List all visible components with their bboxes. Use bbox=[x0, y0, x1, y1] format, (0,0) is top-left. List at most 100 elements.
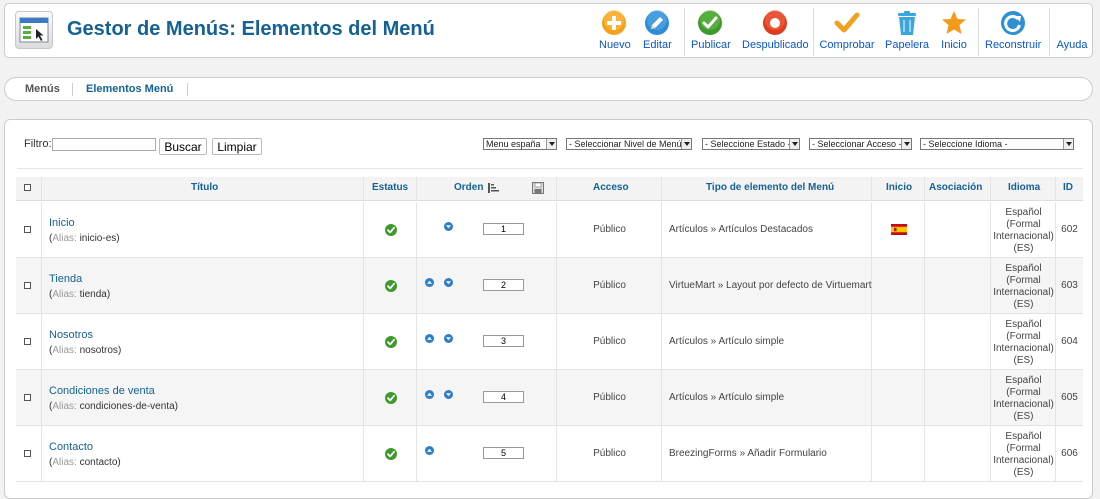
access-value[interactable]: Público bbox=[557, 392, 662, 403]
row-cell: VirtueMart » Layout por defecto de Virtu… bbox=[662, 258, 872, 313]
menu-item-alias: (Alias: inicio-es) bbox=[49, 233, 120, 244]
rebuild-button[interactable]: Reconstruir bbox=[985, 10, 1041, 54]
table-row: Nosotros (Alias: nosotros) Público Artí bbox=[16, 314, 1083, 370]
trash-button[interactable]: Papelera bbox=[885, 10, 929, 54]
row-cell bbox=[872, 314, 925, 369]
edit-button-label: Editar bbox=[643, 39, 672, 51]
sort-icon[interactable] bbox=[488, 183, 499, 193]
row-cell: Contacto (Alias: contacto) bbox=[42, 426, 364, 481]
spain-flag-icon[interactable] bbox=[891, 224, 907, 235]
header-title[interactable]: Título bbox=[191, 182, 218, 193]
alias-label: Alias: bbox=[52, 289, 77, 300]
order-input[interactable] bbox=[483, 335, 524, 347]
content-panel: Filtro: Buscar Limpiar Menu españa - Sel… bbox=[4, 119, 1093, 499]
access-value[interactable]: Público bbox=[557, 448, 662, 459]
publish-button[interactable]: Publicar bbox=[691, 10, 731, 54]
clear-button[interactable]: Limpiar bbox=[212, 138, 262, 155]
tab-menu-items[interactable]: Elementos Menú bbox=[86, 83, 173, 95]
row-checkbox[interactable] bbox=[24, 226, 31, 233]
unpublish-button-label: Despublicado bbox=[742, 39, 809, 51]
move-down-icon[interactable] bbox=[444, 390, 453, 399]
move-up-icon[interactable] bbox=[425, 390, 434, 399]
move-down-icon[interactable] bbox=[444, 334, 453, 343]
select-all-checkbox[interactable] bbox=[24, 184, 31, 191]
header-home[interactable]: Inicio bbox=[886, 182, 912, 193]
published-check-icon[interactable] bbox=[385, 392, 397, 404]
tab-menus[interactable]: Menús bbox=[25, 83, 60, 95]
published-check-icon[interactable] bbox=[385, 224, 397, 236]
row-checkbox[interactable] bbox=[24, 394, 31, 401]
header-id[interactable]: ID bbox=[1063, 182, 1073, 193]
row-cell bbox=[417, 258, 557, 313]
menu-item-title-link[interactable]: Nosotros bbox=[49, 329, 93, 341]
alias-label: Alias: bbox=[52, 345, 77, 356]
header-association[interactable]: Asociación bbox=[929, 182, 982, 193]
move-down-icon[interactable] bbox=[444, 278, 453, 287]
save-order-icon[interactable] bbox=[532, 182, 544, 194]
move-up-icon[interactable] bbox=[425, 334, 434, 343]
menu-item-title-link[interactable]: Condiciones de venta bbox=[49, 385, 155, 397]
row-cell bbox=[872, 258, 925, 313]
checkin-button[interactable]: Comprobar bbox=[819, 10, 875, 54]
published-check-icon[interactable] bbox=[385, 280, 397, 292]
order-input[interactable] bbox=[483, 279, 524, 291]
row-cell bbox=[925, 202, 991, 257]
access-value[interactable]: Público bbox=[557, 280, 662, 291]
row-cell: 602 bbox=[1056, 202, 1083, 257]
row-cell bbox=[364, 314, 417, 369]
status-select[interactable]: - Seleccione Estado - bbox=[702, 138, 800, 150]
header-status[interactable]: Estatus bbox=[372, 182, 408, 193]
menu-item-title-link[interactable]: Tienda bbox=[49, 273, 82, 285]
menu-item-title-link[interactable]: Inicio bbox=[49, 217, 75, 229]
access-select[interactable]: - Seleccionar Acceso - bbox=[809, 138, 912, 150]
chevron-down-icon bbox=[681, 139, 691, 149]
menu-select[interactable]: Menu españa bbox=[483, 138, 557, 150]
header-cell: Asociación bbox=[925, 177, 991, 200]
search-input[interactable] bbox=[52, 138, 156, 151]
row-cell bbox=[364, 202, 417, 257]
row-cell bbox=[364, 370, 417, 425]
search-button[interactable]: Buscar bbox=[159, 138, 207, 155]
submenu-divider bbox=[72, 83, 73, 96]
new-button[interactable]: Nuevo bbox=[599, 10, 631, 54]
alias-value: contacto bbox=[79, 457, 118, 468]
row-cell bbox=[16, 314, 42, 369]
chevron-down-icon bbox=[901, 139, 911, 149]
help-button[interactable]: Ayuda bbox=[1055, 10, 1089, 54]
published-check-icon[interactable] bbox=[385, 448, 397, 460]
item-id: 605 bbox=[1061, 392, 1078, 403]
header-access[interactable]: Acceso bbox=[593, 182, 629, 193]
header-order[interactable]: Orden bbox=[454, 182, 483, 193]
home-button[interactable]: Inicio bbox=[938, 10, 970, 54]
access-value[interactable]: Público bbox=[557, 336, 662, 347]
level-select[interactable]: - Seleccionar Nivel de Menú - bbox=[566, 138, 692, 150]
row-checkbox[interactable] bbox=[24, 282, 31, 289]
language-select[interactable]: - Seleccione Idioma - bbox=[920, 138, 1074, 150]
header-language[interactable]: Idioma bbox=[1008, 182, 1040, 193]
order-input[interactable] bbox=[483, 447, 524, 459]
toolbar-header: Gestor de Menús: Elementos del Menú Nuev… bbox=[4, 3, 1093, 58]
row-checkbox[interactable] bbox=[24, 338, 31, 345]
row-cell: Público bbox=[557, 314, 662, 369]
menu-item-type: Artículos » Artículo simple bbox=[669, 336, 785, 347]
publish-button-label: Publicar bbox=[691, 39, 731, 51]
move-up-icon[interactable] bbox=[425, 278, 434, 287]
header-type[interactable]: Tipo de elemento del Menú bbox=[706, 182, 834, 193]
edit-button[interactable]: Editar bbox=[643, 10, 672, 54]
refresh-icon bbox=[1001, 11, 1025, 35]
row-cell: 606 bbox=[1056, 426, 1083, 481]
table-row: Contacto (Alias: contacto) Público Breez… bbox=[16, 426, 1083, 482]
order-input[interactable] bbox=[483, 391, 524, 403]
submenu: Menús Elementos Menú bbox=[4, 77, 1093, 101]
row-checkbox[interactable] bbox=[24, 450, 31, 457]
header-cell: Orden bbox=[417, 177, 557, 200]
menu-item-title-link[interactable]: Contacto bbox=[49, 441, 93, 453]
access-value[interactable]: Público bbox=[557, 224, 662, 235]
order-input[interactable] bbox=[483, 223, 524, 235]
unpublish-button[interactable]: Despublicado bbox=[742, 10, 809, 54]
alias-value: nosotros bbox=[79, 345, 118, 356]
move-up-icon[interactable] bbox=[425, 446, 434, 455]
row-cell: Artículos » Artículo simple bbox=[662, 370, 872, 425]
move-down-icon[interactable] bbox=[444, 222, 453, 231]
published-check-icon[interactable] bbox=[385, 336, 397, 348]
